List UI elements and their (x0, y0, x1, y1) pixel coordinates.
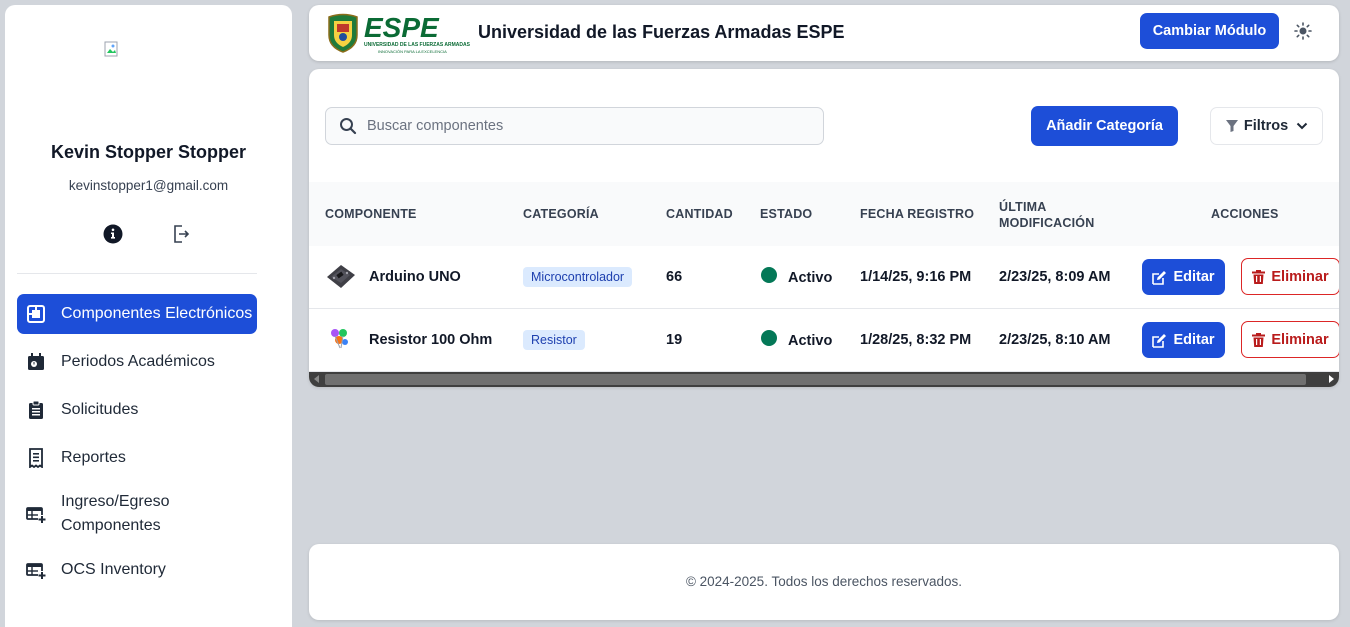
search-box (325, 107, 824, 145)
sidebar-item-periodos[interactable]: Periodos Académicos (17, 342, 257, 382)
scroll-left-arrow-icon[interactable] (314, 375, 319, 383)
sidebar-item-ocs-inventory[interactable]: OCS Inventory (17, 550, 257, 590)
column-header: ACCIONES (1211, 207, 1279, 221)
category-badge: Microcontrolador (523, 267, 633, 287)
column-header: ESTADO (760, 207, 813, 221)
registered-date: 1/28/25, 8:32 PM (860, 332, 972, 348)
sidebar: Kevin Stopper Stopper kevinstopper1@gmai… (5, 5, 292, 627)
logo-subtitle: UNIVERSIDAD DE LAS FUERZAS ARMADAS (364, 42, 471, 48)
scrollbar-thumb[interactable] (325, 374, 1306, 385)
scroll-right-arrow-icon[interactable] (1329, 375, 1334, 383)
edit-button[interactable]: Editar (1142, 322, 1225, 358)
quantity-value: 66 (666, 269, 683, 285)
sidebar-item-label: Solicitudes (61, 401, 139, 418)
search-icon (339, 117, 357, 135)
table-row: Arduino UNO Microcontrolador 66 Activo 1… (309, 246, 1339, 309)
user-actions (5, 223, 292, 245)
filters-label: Filtros (1243, 118, 1289, 134)
trash-icon (1252, 332, 1266, 347)
column-header: COMPONENTE (325, 207, 417, 221)
column-header: FECHA REGISTRO (860, 207, 975, 221)
copyright-text: © 2024-2025. Todos los derechos reservad… (685, 574, 963, 589)
sidebar-item-componentes[interactable]: Componentes Electrónicos (17, 294, 257, 334)
top-header: ESPE UNIVERSIDAD DE LAS FUERZAS ARMADAS … (309, 5, 1339, 61)
arduino-thumbnail (325, 261, 357, 293)
user-name: Kevin Stopper Stopper (50, 142, 247, 162)
registered-date: 1/14/25, 9:16 PM (860, 269, 972, 285)
add-category-button[interactable]: Añadir Categoría (1031, 106, 1178, 146)
sidebar-item-label: Ingreso/Egreso Componentes (61, 493, 170, 534)
logout-icon[interactable] (170, 223, 192, 245)
table-header: COMPONENTE CATEGORÍA CANTIDAD ESTADO FEC… (309, 182, 1339, 246)
edit-label: Editar (1173, 269, 1215, 285)
sidebar-item-ingreso-egreso[interactable]: Ingreso/Egreso Componentes (17, 486, 257, 542)
components-panel: Añadir Categoría Filtros COMPONENTE CATE… (309, 69, 1339, 387)
status-text: Activo (788, 333, 833, 349)
delete-label: Eliminar (1271, 268, 1329, 285)
sidebar-nav: Componentes Electrónicos Periodos Académ… (17, 294, 257, 598)
sidebar-item-solicitudes[interactable]: Solicitudes (17, 390, 257, 430)
edit-icon (1152, 270, 1167, 285)
trash-icon (1252, 269, 1266, 284)
sidebar-item-label: Reportes (61, 449, 126, 466)
sidebar-divider (17, 273, 257, 274)
horizontal-scrollbar[interactable] (309, 372, 1339, 387)
table-plus-icon (25, 559, 47, 581)
receipt-icon (25, 447, 47, 469)
info-icon[interactable] (102, 223, 124, 245)
search-input[interactable] (367, 118, 807, 134)
delete-label: Eliminar (1271, 331, 1329, 348)
quantity-value: 19 (666, 332, 683, 348)
component-name: Resistor 100 Ohm (369, 332, 493, 348)
sun-icon[interactable] (1292, 20, 1314, 42)
calendar-icon (25, 351, 47, 373)
logo-text: ESPE (364, 12, 440, 43)
status-dot (761, 330, 777, 346)
edit-button[interactable]: Editar (1142, 259, 1225, 295)
funnel-icon (1225, 119, 1239, 133)
sidebar-item-reportes[interactable]: Reportes (17, 438, 257, 478)
status-dot (761, 267, 777, 283)
modified-date: 2/23/25, 8:10 AM (999, 332, 1111, 348)
resistor-thumbnail (325, 324, 357, 356)
delete-button[interactable]: Eliminar (1241, 258, 1339, 295)
table-plus-icon (25, 503, 47, 525)
edit-icon (1152, 333, 1167, 348)
edit-label: Editar (1173, 332, 1215, 348)
component-name: Arduino UNO (369, 269, 461, 285)
change-module-button[interactable]: Cambiar Módulo (1140, 13, 1279, 49)
filters-dropdown[interactable]: Filtros (1210, 107, 1323, 145)
status-text: Activo (788, 270, 833, 286)
chip-icon (25, 303, 47, 325)
footer: © 2024-2025. Todos los derechos reservad… (309, 544, 1339, 620)
avatar (104, 41, 124, 61)
delete-button[interactable]: Eliminar (1241, 321, 1339, 358)
column-header: CATEGORÍA (523, 207, 599, 221)
user-email: kevinstopper1@gmail.com (68, 178, 229, 193)
logo-tagline: INNOVACIÓN PARA LA EXCELENCIA (378, 49, 447, 54)
column-header: CANTIDAD (666, 207, 733, 221)
table-row: Resistor 100 Ohm Resistor 19 Activo 1/28… (309, 309, 1339, 372)
chevron-down-icon (1296, 122, 1308, 130)
category-badge: Resistor (523, 330, 585, 350)
clipboard-icon (25, 399, 47, 421)
column-header: ÚLTIMA MODIFICACIÓN (999, 200, 1095, 230)
espe-logo: ESPE UNIVERSIDAD DE LAS FUERZAS ARMADAS … (323, 11, 473, 55)
modified-date: 2/23/25, 8:09 AM (999, 269, 1111, 285)
page-title: Universidad de las Fuerzas Armadas ESPE (478, 22, 845, 42)
sidebar-item-label: Componentes Electrónicos (61, 305, 253, 322)
sidebar-item-label: OCS Inventory (61, 561, 166, 578)
sidebar-item-label: Periodos Académicos (61, 353, 215, 370)
